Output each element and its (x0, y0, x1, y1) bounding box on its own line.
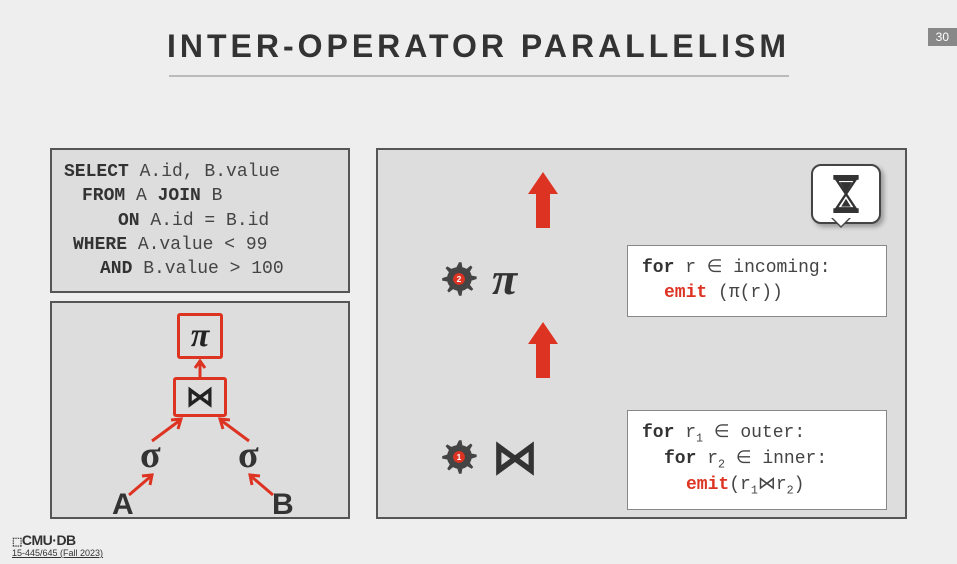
join-op-symbol: ⋈ (492, 430, 538, 484)
kw-on: ON (118, 211, 140, 231)
pi-symbol: π (191, 317, 210, 355)
content-area: SELECT A.id, B.value FROM A JOIN B ON A.… (50, 148, 907, 519)
code-join: for r1 ∈ outer: for r2 ∈ inner: emit(r1⋈… (627, 410, 887, 510)
code-text: (r (729, 475, 751, 495)
leaf-a: A (112, 488, 134, 522)
gear-icon: 2 (438, 258, 480, 300)
big-arrow-top (526, 170, 560, 230)
code-text: ∈ inner: (725, 449, 827, 469)
page-number: 30 (928, 28, 957, 46)
page-title: INTER-OPERATOR PARALLELISM (0, 28, 957, 65)
join-node: ⋈ (173, 377, 227, 417)
sub: 2 (787, 484, 794, 498)
kw-emit: emit (686, 475, 729, 495)
right-column: 2 π 1 ⋈ (376, 148, 907, 519)
pi-node: π (177, 313, 223, 359)
kw-for: for (642, 258, 674, 278)
kw-and: AND (100, 259, 132, 279)
sub: 2 (718, 458, 725, 472)
code-text: ) (794, 475, 805, 495)
worker-pi: 2 π (438, 252, 517, 305)
left-column: SELECT A.id, B.value FROM A JOIN B ON A.… (50, 148, 350, 519)
code-text: (π(r)) (707, 283, 783, 303)
kw-for: for (664, 449, 696, 469)
leaf-b: B (272, 488, 294, 522)
pi-op-symbol: π (492, 252, 517, 305)
brand: ⬚CMU·DB (12, 532, 103, 548)
and-body: B.value > 100 (132, 259, 283, 279)
kw-select: SELECT (64, 162, 129, 182)
pipeline-panel: 2 π 1 ⋈ (376, 148, 907, 519)
hourglass-bubble (811, 164, 881, 224)
code-pi: for r ∈ incoming: emit (π(r)) (627, 245, 887, 317)
code-text: r (674, 423, 696, 443)
title-rule (169, 75, 789, 77)
svg-text:1: 1 (457, 452, 462, 462)
kw-from: FROM (82, 186, 125, 206)
arrow-join-to-pi (193, 357, 207, 379)
on-body: A.id = B.id (140, 211, 270, 231)
where-body: A.value < 99 (127, 235, 267, 255)
hourglass-icon (829, 175, 863, 213)
sql-panel: SELECT A.id, B.value FROM A JOIN B ON A.… (50, 148, 350, 293)
join-symbol: ⋈ (186, 380, 214, 414)
sub: 1 (696, 432, 703, 446)
kw-where: WHERE (73, 235, 127, 255)
from-body: A (125, 186, 157, 206)
sub: 1 (751, 484, 758, 498)
code-text: r ∈ incoming: (674, 258, 830, 278)
svg-text:2: 2 (457, 273, 462, 283)
code-text: ∈ outer: (703, 423, 805, 443)
join-body: B (201, 186, 223, 206)
kw-join: JOIN (158, 186, 201, 206)
course-label: 15-445/645 (Fall 2023) (12, 548, 103, 558)
query-tree-panel: π ⋈ σ σ A B (50, 301, 350, 519)
select-cols: A.id, B.value (129, 162, 280, 182)
gear-icon: 1 (438, 436, 480, 478)
code-text: r (696, 449, 718, 469)
big-arrow-mid (526, 320, 560, 380)
code-text: ⋈r (758, 475, 787, 495)
worker-join: 1 ⋈ (438, 430, 538, 484)
kw-emit: emit (664, 283, 707, 303)
kw-for: for (642, 423, 674, 443)
